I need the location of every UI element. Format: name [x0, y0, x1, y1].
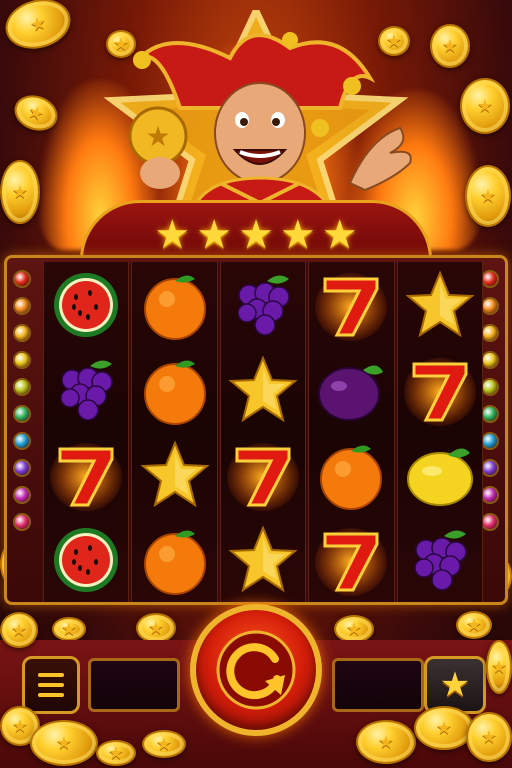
side-lights-right: [481, 270, 499, 531]
menu-icon-line: [38, 683, 64, 687]
indicator-light: [481, 486, 499, 504]
menu-button[interactable]: [22, 656, 80, 714]
watermelon-icon: [44, 517, 128, 602]
star-icon: [221, 517, 305, 602]
indicator-light: [481, 405, 499, 423]
indicator-light: [13, 270, 31, 288]
grapes-icon: [44, 347, 128, 432]
svg-text:★: ★: [145, 120, 170, 153]
reel-4: [308, 262, 395, 602]
indicator-light: [13, 378, 31, 396]
indicator-light: [481, 513, 499, 531]
left-display: [88, 658, 180, 712]
coin-icon: [430, 24, 470, 68]
seven-icon: [309, 262, 393, 347]
coin-icon: [334, 615, 374, 643]
banner-star-icon: ★: [321, 212, 358, 257]
jester-character: ★: [128, 32, 412, 218]
banner-star-icon: ★: [154, 212, 191, 257]
star-icon: ★: [439, 666, 471, 704]
grapes-icon: [221, 262, 305, 347]
star-icon: [398, 262, 482, 347]
coin-icon: [465, 165, 511, 227]
side-lights-left: [13, 270, 31, 531]
coin-icon: [52, 617, 86, 641]
star-banner: ★ ★ ★ ★ ★: [80, 200, 432, 260]
coin-icon: [456, 611, 492, 639]
seven-icon: [44, 432, 128, 517]
indicator-light: [13, 486, 31, 504]
favorite-button[interactable]: ★: [424, 656, 486, 714]
coin-icon: [0, 160, 40, 224]
coin-icon: [142, 730, 186, 758]
coin-icon: [414, 706, 474, 750]
banner-star-icon: ★: [196, 212, 233, 257]
indicator-light: [13, 459, 31, 477]
indicator-light: [481, 324, 499, 342]
menu-icon-line: [38, 693, 64, 697]
reel-5: [396, 262, 483, 602]
reel-2: [131, 262, 218, 602]
indicator-light: [481, 270, 499, 288]
indicator-light: [481, 378, 499, 396]
indicator-light: [13, 432, 31, 450]
plum-icon: [309, 347, 393, 432]
orange-icon: [132, 517, 216, 602]
watermelon-icon: [44, 262, 128, 347]
indicator-light: [13, 513, 31, 531]
menu-icon: [38, 673, 64, 677]
indicator-light: [481, 297, 499, 315]
reel-3: [219, 262, 307, 602]
seven-icon: [309, 517, 393, 602]
indicator-light: [481, 432, 499, 450]
coin-icon: [0, 612, 38, 648]
reel-grid: [43, 262, 483, 602]
seven-icon: [398, 347, 482, 432]
indicator-light: [13, 297, 31, 315]
grapes-icon: [398, 517, 482, 602]
indicator-light: [481, 351, 499, 369]
star-icon: [132, 432, 216, 517]
banner-star-icon: ★: [279, 212, 316, 257]
coin-icon: [0, 0, 77, 56]
spin-button[interactable]: [190, 604, 322, 736]
orange-icon: [309, 432, 393, 517]
seven-icon: [221, 432, 305, 517]
coin-icon: [136, 613, 176, 643]
indicator-light: [481, 459, 499, 477]
spin-arrow-icon: [216, 630, 296, 710]
reel-1: [43, 262, 130, 602]
coin-icon: [96, 740, 136, 766]
banner-star-icon: ★: [238, 212, 274, 257]
coin-icon: [356, 720, 416, 764]
right-display: [332, 658, 424, 712]
coin-icon: [486, 640, 512, 694]
orange-icon: [132, 347, 216, 432]
coin-icon: [466, 712, 512, 762]
star-icon: [221, 347, 305, 432]
lemon-icon: [398, 432, 482, 517]
indicator-light: [13, 351, 31, 369]
reel-frame: [4, 255, 508, 605]
orange-icon: [132, 262, 216, 347]
coin-icon: [30, 720, 98, 766]
coin-icon: [460, 78, 510, 134]
indicator-light: [13, 405, 31, 423]
indicator-light: [13, 324, 31, 342]
